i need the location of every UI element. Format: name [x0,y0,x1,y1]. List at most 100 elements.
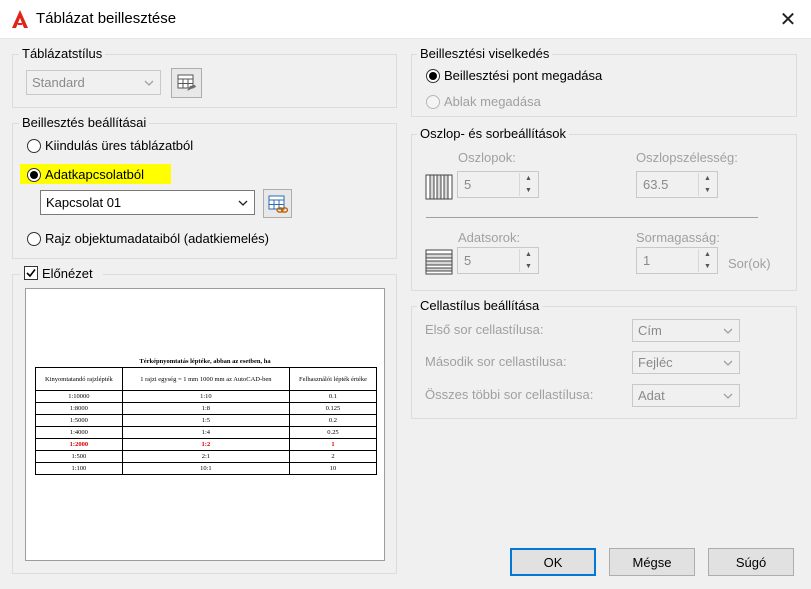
chevron-down-icon [144,80,154,86]
preview-table-row: 1:4000 1:4 0.25 [35,426,378,439]
cancel-button[interactable]: Mégse [609,548,695,576]
preview-table-row: 1:500 2:1 2 [35,450,378,463]
preview-table-row: 1:10000 1:10 0.1 [35,390,378,403]
preview-table-cell: 1:10 [121,390,290,403]
first-row-style-label: Első sor cellastílusa: [425,322,544,337]
preview-table-header-cell: Kinyomtatandó rajzlépték [35,367,123,391]
preview-table-cell: 1 [288,438,378,451]
radio-empty-table[interactable] [27,139,41,153]
window-title: Táblázat beillesztése [36,10,177,27]
columns-label: Oszlopok: [458,150,516,165]
preview-table-cell: 1:100 [35,462,123,475]
preview-table-cell: 2 [288,450,378,463]
data-link-manager-button[interactable] [263,189,292,218]
preview-table-cell: 1:8000 [35,402,123,415]
data-link-select[interactable]: Kapcsolat 01 [40,190,255,215]
other-rows-style-value: Adat [638,388,665,403]
preview-table-row: 1:5000 1:5 0.2 [35,414,378,427]
first-row-style-value: Cím [638,323,662,338]
preview-table-cell: 1:2 [121,438,290,451]
second-row-style-select[interactable]: Fejléc [632,351,740,374]
column-width-value: 63.5 [643,177,669,192]
column-width-label: Oszlopszélesség: [636,150,738,165]
preview-table-row: 1:2000 1:2 1 [35,438,378,451]
chevron-down-icon [723,360,733,366]
checkmark-icon [26,269,36,278]
columns-spin-buttons: ▲ ▼ [519,173,537,196]
other-rows-style-select[interactable]: Adat [632,384,740,407]
spin-up-icon[interactable]: ▲ [699,249,716,261]
data-rows-spin-buttons: ▲ ▼ [519,249,537,272]
preview-table-cell: 1:8 [121,402,290,415]
preview-area: Térképnyomtatás léptéke, abban az esetbe… [25,288,385,561]
preview-table-header-row: Kinyomtatandó rajzlépték 1 rajzi egység =… [35,367,378,391]
preview-table-header-cell: Felhasználói lépték értéke [288,367,378,391]
first-row-style-select[interactable]: Cím [632,319,740,342]
table-style-select[interactable]: Standard [26,70,161,95]
chevron-down-icon [723,393,733,399]
preview-table-row: 1:100 10:1 10 [35,462,378,475]
data-rows-value: 5 [464,253,472,268]
radio-insertion-point-label[interactable]: Beillesztési pont megadása [444,68,602,83]
separator [426,217,758,218]
columns-value: 5 [464,177,472,192]
spin-up-icon[interactable]: ▲ [699,173,716,185]
help-button[interactable]: Súgó [708,548,794,576]
radio-window[interactable] [426,95,440,109]
column-width-spinner[interactable]: 63.5 ▲ ▼ [636,171,718,198]
data-rows-spinner[interactable]: 5 ▲ ▼ [457,247,539,274]
second-row-style-value: Fejléc [638,355,673,370]
preview-table-cell: 0.25 [288,426,378,439]
radio-object-data-label[interactable]: Rajz objektumadataiból (adatkiemelés) [45,231,269,246]
column-width-spin-buttons: ▲ ▼ [698,173,716,196]
spin-down-icon[interactable]: ▼ [699,185,716,197]
table-style-dialog-icon [177,74,196,91]
row-height-spin-buttons: ▲ ▼ [698,249,716,272]
spin-up-icon[interactable]: ▲ [520,249,537,261]
preview-table-cell: 10:1 [121,462,290,475]
preview-table-cell: 0.2 [288,414,378,427]
chevron-down-icon [723,328,733,334]
preview-table-header-cell: 1 rajzi egység = 1 mm 1000 mm az AutoCAD… [121,367,290,391]
columns-icon [425,174,453,200]
preview-table-cell: 1:5000 [35,414,123,427]
preview-table-cell: 10 [288,462,378,475]
insert-options-group-label: Beillesztés beállításai [19,115,150,130]
table-style-launch-button[interactable] [171,68,202,98]
spin-down-icon[interactable]: ▼ [520,185,537,197]
preview-checkbox[interactable] [24,266,38,280]
preview-table-cell: 1:5 [121,414,290,427]
row-height-spinner[interactable]: 1 ▲ ▼ [636,247,718,274]
preview-table-cell: 1:10000 [35,390,123,403]
title-bar: Táblázat beillesztése ✕ [0,0,811,39]
autocad-logo-icon [12,10,28,28]
preview-header: Előnézet [20,266,103,282]
radio-object-data[interactable] [27,232,41,246]
rows-icon [425,249,453,275]
data-rows-label: Adatsorok: [458,230,521,245]
table-style-value: Standard [32,75,85,90]
data-link-manager-icon [268,195,288,213]
preview-label[interactable]: Előnézet [42,266,93,281]
preview-table: Kinyomtatandó rajzlépték 1 rajzi egység =… [35,367,378,475]
radio-window-label[interactable]: Ablak megadása [444,94,541,109]
preview-table-row: 1:8000 1:8 0.125 [35,402,378,415]
table-style-group-label: Táblázatstílus [19,46,106,61]
radio-data-link[interactable] [27,168,41,182]
close-button[interactable]: ✕ [770,4,806,34]
preview-table-title: Térképnyomtatás léptéke, abban az esetbe… [139,358,271,365]
columns-spinner[interactable]: 5 ▲ ▼ [457,171,539,198]
spin-up-icon[interactable]: ▲ [520,173,537,185]
row-height-unit: Sor(ok) [728,256,771,271]
radio-empty-table-label[interactable]: Kiindulás üres táblázatból [45,138,193,153]
spin-down-icon[interactable]: ▼ [699,261,716,273]
data-link-value: Kapcsolat 01 [46,195,122,210]
ok-button[interactable]: OK [510,548,596,576]
radio-data-link-label[interactable]: Adatkapcsolatból [45,167,144,182]
cell-style-group-label: Cellastílus beállítása [417,298,543,313]
spin-down-icon[interactable]: ▼ [520,261,537,273]
row-height-label: Sormagasság: [636,230,720,245]
preview-table-cell: 2:1 [121,450,290,463]
radio-insertion-point[interactable] [426,69,440,83]
insertion-behavior-group-label: Beillesztési viselkedés [417,46,553,61]
